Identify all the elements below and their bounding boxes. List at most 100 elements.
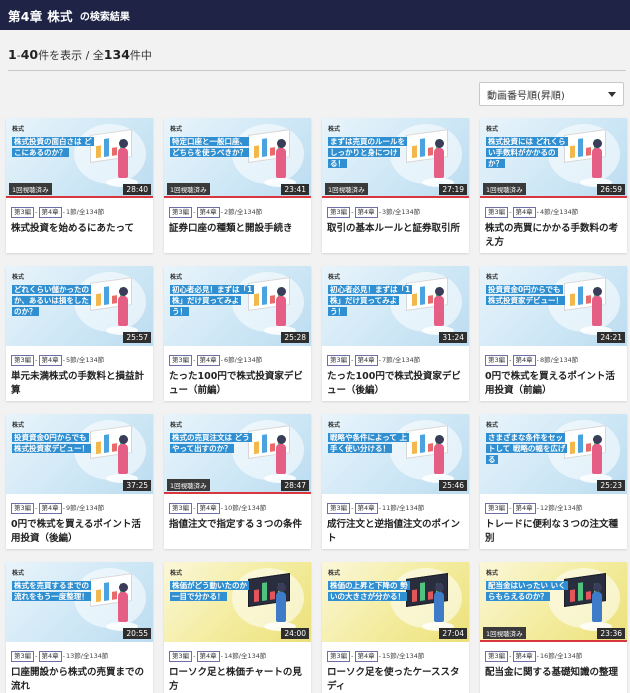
thumbnail-caption: 初心者必見！まずは「1株」だけ買ってみよう！ [328,284,413,317]
video-thumbnail[interactable]: 株式 まずは売買のルールを しっかりと身につける！ 1回視聴済み 27:19 [322,118,469,198]
video-title[interactable]: 成行注文と逆指値注文のポイント [327,518,465,546]
video-thumbnail[interactable]: 株式 株式投資の面白さは どこにあるのか？ 1回視聴済み 28:40 [6,118,153,198]
video-title[interactable]: 証券口座の種類と開設手続き [169,222,307,236]
thumbnail-caption-text: さまざまな条件をセットして 戦略の幅を広げる [486,433,568,464]
video-title[interactable]: トレードに便利な３つの注文種別 [485,518,623,546]
part-chip[interactable]: 第3編 [169,651,193,662]
part-chip[interactable]: 第3編 [169,503,193,514]
video-card[interactable]: 株式 投資資金0円からでも 株式投資家デビュー！ 37:25 第3編 - 第4章 -9節/全… [6,414,153,549]
video-title[interactable]: たった100円で株式投資家デビュー（前編） [169,370,307,398]
card-meta: 第3編 - 第4章 -8節/全134節 [485,354,578,366]
video-card[interactable]: 株式 株価の上昇と下降の 勢いの大きさが分かる！ 27:04 第3編 - 第4章 -15節/… [322,562,469,693]
section-position: 4節/全134節 [540,208,579,216]
duration-badge: 25:23 [597,480,625,491]
video-thumbnail[interactable]: 株式 戦略や条件によって 上手く使い分ける！ 25:46 [322,414,469,494]
part-chip[interactable]: 第3編 [169,207,193,218]
video-title[interactable]: ローソク足を使ったケーススタディ [327,666,465,693]
meta-separator: - [509,504,512,512]
meta-separator: - [193,208,196,216]
video-thumbnail[interactable]: 株式 さまざまな条件をセットして 戦略の幅を広げる 25:23 [480,414,627,494]
part-chip[interactable]: 第3編 [327,651,351,662]
video-thumbnail[interactable]: 株式 どれくらい儲かったのか、あるいは損をしたのか？ 25:57 [6,266,153,346]
video-title[interactable]: 単元未満株式の手数料と損益計算 [11,370,149,398]
video-card[interactable]: 株式 どれくらい儲かったのか、あるいは損をしたのか？ 25:57 第3編 - 第4章 -5節… [6,266,153,401]
presenter-head-illustration [435,583,444,592]
chapter-chip[interactable]: 第4章 [512,207,536,218]
chapter-chip[interactable]: 第4章 [196,355,220,366]
part-chip[interactable]: 第3編 [11,355,35,366]
chapter-chip[interactable]: 第4章 [196,207,220,218]
video-title[interactable]: たった100円で株式投資家デビュー（後編） [327,370,465,398]
watched-badge: 1回視聴済み [167,183,210,195]
presenter-illustration [276,148,286,178]
part-chip[interactable]: 第3編 [485,651,509,662]
chapter-chip[interactable]: 第4章 [38,355,62,366]
video-card[interactable]: 株式 株価がどう動いたのか 一目で分かる！ 24:00 第3編 - 第4章 -14節/全13… [164,562,311,693]
video-thumbnail[interactable]: 株式 株式の売買注文は どうやって出すのか？ 1回視聴済み 28:47 [164,414,311,494]
video-card[interactable]: 株式 初心者必見！まずは「1株」だけ買ってみよう！ 31:24 第3編 - 第4章 -7節/… [322,266,469,401]
video-card[interactable]: 株式 特定口座と一般口座、どちらを使うべきか？ 1回視聴済み 23:41 第3編 - 第4章… [164,118,311,253]
video-card[interactable]: 株式 さまざまな条件をセットして 戦略の幅を広げる 25:23 第3編 - 第4章 -12節… [480,414,627,549]
part-chip[interactable]: 第3編 [11,503,35,514]
part-chip[interactable]: 第3編 [485,207,509,218]
video-card[interactable]: 株式 株式の売買注文は どうやって出すのか？ 1回視聴済み 28:47 第3編 - 第4章 -… [164,414,311,549]
count-mid: 件を表示 / 全 [38,49,104,62]
video-thumbnail[interactable]: 株式 株価がどう動いたのか 一目で分かる！ 24:00 [164,562,311,642]
video-card[interactable]: 株式 まずは売買のルールを しっかりと身につける！ 1回視聴済み 27:19 第3編 - 第… [322,118,469,253]
part-chip[interactable]: 第3編 [11,651,35,662]
chapter-chip[interactable]: 第4章 [512,651,536,662]
part-chip[interactable]: 第3編 [169,355,193,366]
video-title[interactable]: 0円で株式を買えるポイント活用投資（後編） [11,518,149,546]
video-thumbnail[interactable]: 株式 株式投資には どれくらい手数料がかかるのか？ 1回視聴済み 26:59 [480,118,627,198]
chapter-chip[interactable]: 第4章 [38,651,62,662]
presenter-head-illustration [119,139,128,148]
chapter-chip[interactable]: 第4章 [196,651,220,662]
presenter-head-illustration [119,583,128,592]
video-thumbnail[interactable]: 株式 配当金はいったい いくらもらえるのか？ 1回視聴済み 23:36 [480,562,627,642]
chapter-chip[interactable]: 第4章 [354,651,378,662]
sort-select[interactable]: 動画番号順(昇順) [479,82,624,106]
part-chip[interactable]: 第3編 [485,503,509,514]
part-chip[interactable]: 第3編 [327,355,351,366]
chapter-chip[interactable]: 第4章 [354,207,378,218]
video-card[interactable]: 株式 株式投資の面白さは どこにあるのか？ 1回視聴済み 28:40 第3編 - 第4章 -1… [6,118,153,253]
chapter-chip[interactable]: 第4章 [38,207,62,218]
part-chip[interactable]: 第3編 [11,207,35,218]
duration-badge: 37:25 [123,480,151,491]
video-thumbnail[interactable]: 株式 株価の上昇と下降の 勢いの大きさが分かる！ 27:04 [322,562,469,642]
video-card[interactable]: 株式 配当金はいったい いくらもらえるのか？ 1回視聴済み 23:36 第3編 - 第4章 -… [480,562,627,693]
video-title[interactable]: 指値注文で指定する３つの条件 [169,518,307,532]
chapter-chip[interactable]: 第4章 [38,503,62,514]
chapter-chip[interactable]: 第4章 [354,503,378,514]
chapter-chip[interactable]: 第4章 [512,503,536,514]
video-thumbnail[interactable]: 株式 初心者必見！まずは「1株」だけ買ってみよう！ 25:28 [164,266,311,346]
video-thumbnail[interactable]: 株式 株式を売買するまでの 流れをもう一度整理！ 20:55 [6,562,153,642]
part-chip[interactable]: 第3編 [485,355,509,366]
video-card[interactable]: 株式 株式を売買するまでの 流れをもう一度整理！ 20:55 第3編 - 第4章 -13節/… [6,562,153,693]
video-card[interactable]: 株式 投資資金0円からでも 株式投資家デビュー！ 24:21 第3編 - 第4章 -8節/全… [480,266,627,401]
video-card[interactable]: 株式 戦略や条件によって 上手く使い分ける！ 25:46 第3編 - 第4章 -11節/全1… [322,414,469,549]
card-meta: 第3編 - 第4章 -14節/全134節 [169,650,266,662]
video-title[interactable]: ローソク足と株価チャートの見方 [169,666,307,693]
video-title[interactable]: 配当金に関する基礎知識の整理 [485,666,623,680]
video-title[interactable]: 0円で株式を買えるポイント活用投資（前編） [485,370,623,398]
chapter-chip[interactable]: 第4章 [512,355,536,366]
part-chip[interactable]: 第3編 [327,207,351,218]
video-thumbnail[interactable]: 株式 特定口座と一般口座、どちらを使うべきか？ 1回視聴済み 23:41 [164,118,311,198]
meta-separator: - [193,652,196,660]
video-thumbnail[interactable]: 株式 初心者必見！まずは「1株」だけ買ってみよう！ 31:24 [322,266,469,346]
meta-separator: - [509,356,512,364]
video-thumbnail[interactable]: 株式 投資資金0円からでも 株式投資家デビュー！ 37:25 [6,414,153,494]
part-chip[interactable]: 第3編 [327,503,351,514]
video-card[interactable]: 株式 株式投資には どれくらい手数料がかかるのか？ 1回視聴済み 26:59 第3編 - 第… [480,118,627,253]
video-title[interactable]: 株式投資を始めるにあたって [11,222,149,236]
count-tail: 件中 [129,49,152,62]
chapter-chip[interactable]: 第4章 [354,355,378,366]
video-card[interactable]: 株式 初心者必見！まずは「1株」だけ買ってみよう！ 25:28 第3編 - 第4章 -6節/… [164,266,311,401]
video-thumbnail[interactable]: 株式 投資資金0円からでも 株式投資家デビュー！ 24:21 [480,266,627,346]
card-meta: 第3編 - 第4章 -1節/全134節 [11,206,104,218]
chapter-chip[interactable]: 第4章 [196,503,220,514]
video-title[interactable]: 取引の基本ルールと証券取引所 [327,222,465,236]
video-title[interactable]: 口座開設から株式の売買までの流れ [11,666,149,693]
video-title[interactable]: 株式の売買にかかる手数料の考え方 [485,222,623,250]
